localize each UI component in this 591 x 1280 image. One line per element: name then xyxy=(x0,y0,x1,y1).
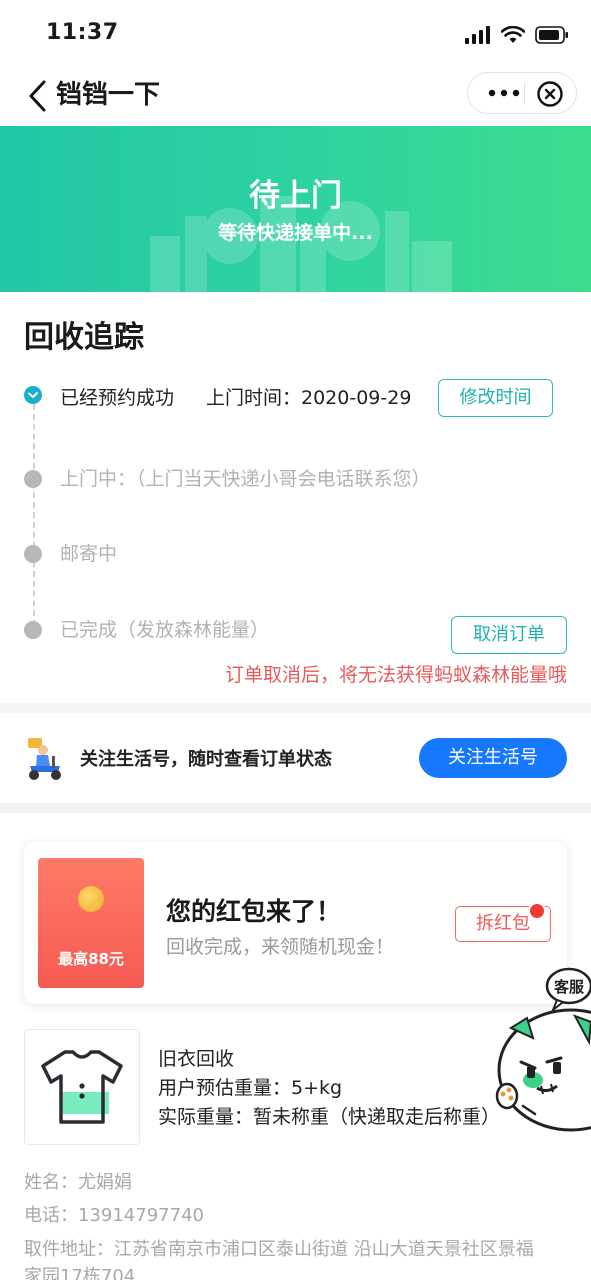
status-bar: 11:37 xyxy=(0,0,591,70)
section-divider xyxy=(0,803,591,813)
mini-program-capsule xyxy=(467,72,577,114)
capsule-divider xyxy=(524,83,525,105)
wifi-icon xyxy=(501,26,525,43)
close-icon[interactable] xyxy=(536,80,564,108)
cancel-warning: 订单取消后，将无法获得蚂蚁森林能量哦 xyxy=(224,664,567,686)
section-divider xyxy=(0,703,591,713)
step-completed-label: 已完成（发放森林能量） xyxy=(60,619,270,641)
step-done-icon xyxy=(24,386,42,404)
item-image xyxy=(24,1029,140,1145)
step-mailing-label: 邮寄中 xyxy=(60,543,118,565)
estimated-weight: 用户预估重量：5+kg xyxy=(158,1077,343,1099)
status-icons xyxy=(465,24,569,46)
coin-icon xyxy=(78,886,104,912)
red-envelope-icon: 最高88元 xyxy=(38,858,144,988)
status-banner: 待上门 等待快递接单中... xyxy=(0,126,591,292)
status-time: 11:37 xyxy=(46,20,119,45)
follow-hint: 关注生活号，随时查看订单状态 xyxy=(80,749,332,770)
follow-button[interactable]: 关注生活号 xyxy=(419,738,567,778)
notification-dot xyxy=(528,902,546,920)
red-packet-subtitle: 回收完成，来领随机现金！ xyxy=(166,936,395,958)
courier-scooter-icon xyxy=(28,738,61,780)
page-title: 铛铛一下 xyxy=(56,80,161,110)
modify-time-button[interactable]: 修改时间 xyxy=(438,379,553,417)
status-subtitle: 等待快递接单中... xyxy=(218,222,373,244)
status-title: 待上门 xyxy=(249,178,342,214)
red-packet-title: 您的红包来了！ xyxy=(166,897,342,926)
contact-phone: 电话：13914797740 xyxy=(24,1205,204,1226)
tshirt-icon xyxy=(41,1050,123,1124)
step-pending-icon xyxy=(24,470,42,488)
mascot-icon: 客服 xyxy=(495,967,591,1132)
more-icon[interactable] xyxy=(486,85,522,101)
checkmark-icon xyxy=(28,392,38,398)
step-visiting-label: 上门中：（上门当天快递小哥会电话联系您） xyxy=(60,468,431,490)
timeline-line xyxy=(33,404,35,626)
step-pending-icon xyxy=(24,545,42,563)
step-booked-label: 已经预约成功 xyxy=(60,387,175,409)
actual-weight: 实际重量：暂未称重（快递取走后称重） xyxy=(158,1106,501,1128)
step-pending-icon xyxy=(24,621,42,639)
pickup-address-cont: 家园17栋704 xyxy=(24,1266,136,1280)
contact-name: 姓名：尤娟娟 xyxy=(24,1172,132,1193)
cancel-order-button[interactable]: 取消订单 xyxy=(451,616,567,654)
red-packet-card[interactable]: 最高88元 您的红包来了！ 回收完成，来领随机现金！ 拆红包 xyxy=(24,842,567,1004)
battery-icon xyxy=(535,26,568,44)
red-packet-amount: 最高88元 xyxy=(58,950,124,968)
order-detail-page: 11:37 铛铛一下 待上门 等待快递接单中... 回收追踪 已经预约成功 上门… xyxy=(0,0,591,1280)
pickup-time: 上门时间：2020-09-29 xyxy=(206,387,412,409)
pickup-address: 取件地址：江苏省南京市浦口区泰山街道 沿山大道天景社区景福 xyxy=(24,1239,534,1260)
customer-service-button[interactable]: 客服 xyxy=(493,966,591,1136)
signal-icon xyxy=(465,26,490,44)
tracking-title: 回收追踪 xyxy=(24,320,144,355)
nav-bar: 铛铛一下 xyxy=(0,70,591,126)
item-name: 旧衣回收 xyxy=(158,1048,235,1070)
service-label: 客服 xyxy=(553,978,585,996)
back-button[interactable] xyxy=(24,78,54,114)
